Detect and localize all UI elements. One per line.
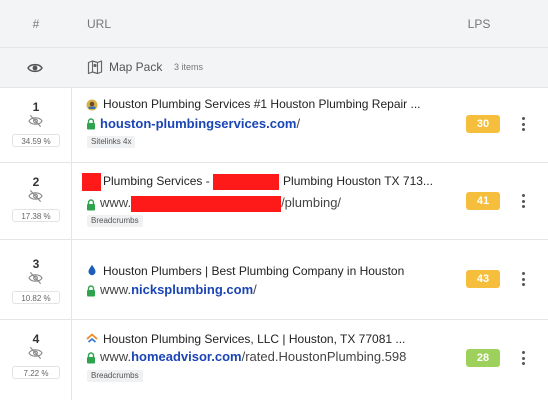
column-header-lps[interactable]: LPS — [462, 17, 496, 31]
more-vertical-icon[interactable] — [519, 350, 529, 366]
result-title[interactable]: Plumbing Services - Plumbing Houston TX … — [82, 173, 433, 191]
table-row: 1 34.59 % Houston Plumbing Services #1 H… — [0, 88, 548, 163]
result-url[interactable]: www./plumbing/ — [100, 195, 341, 212]
lps-badge: 43 — [466, 270, 500, 288]
plumber-favicon-icon — [86, 99, 98, 111]
result-url[interactable]: www.nicksplumbing.com/ — [100, 282, 257, 297]
serp-table: # URL LPS Map Pack 3 items 1 34.59 % Hou… — [0, 0, 548, 400]
visibility-percent: 34.59 % — [12, 134, 60, 147]
result-path: /rated.HoustonPlumbing.598 — [241, 349, 407, 364]
rank-number: 2 — [32, 175, 40, 189]
water-drop-favicon-icon — [88, 264, 96, 276]
table-row: 3 10.82 % Houston Plumbers | Best Plumbi… — [0, 240, 548, 320]
map-pack-label: Map Pack — [109, 60, 163, 74]
result-host[interactable]: houston-plumbingservices.com — [100, 116, 296, 131]
rank-number: 3 — [32, 257, 40, 271]
eye-icon[interactable] — [27, 60, 43, 76]
result-host[interactable]: nicksplumbing.com — [131, 282, 253, 297]
result-title[interactable]: Houston Plumbing Services, LLC | Houston… — [103, 332, 405, 346]
lock-icon — [87, 352, 95, 364]
lps-badge: 30 — [466, 115, 500, 133]
result-path: / — [253, 282, 257, 297]
rank-number: 1 — [32, 100, 40, 114]
map-pack-row[interactable]: Map Pack 3 items — [0, 48, 548, 88]
serp-feature-tag: Sitelinks 4x — [87, 136, 136, 148]
map-pack-count: 3 items — [174, 62, 204, 72]
lock-icon — [87, 118, 95, 130]
result-path: /plumbing/ — [281, 195, 342, 210]
serp-feature-tag: Breadcrumbs — [87, 370, 143, 382]
serp-feature-tag: Breadcrumbs — [87, 215, 143, 227]
result-path: / — [296, 116, 301, 131]
result-host[interactable]: homeadvisor.com — [131, 349, 242, 364]
more-vertical-icon[interactable] — [519, 193, 529, 209]
lps-badge: 41 — [466, 192, 500, 210]
visibility-percent: 17.38 % — [12, 209, 60, 222]
result-url[interactable]: houston-plumbingservices.com/ — [100, 116, 300, 131]
column-header-url[interactable]: URL — [87, 17, 111, 31]
result-url[interactable]: www.homeadvisor.com/rated.HoustonPlumbin… — [100, 349, 406, 364]
eye-off-icon[interactable] — [28, 271, 43, 285]
redacted-block — [213, 174, 280, 190]
table-header: # URL LPS — [0, 0, 548, 48]
map-icon — [87, 60, 103, 75]
column-header-rank[interactable]: # — [0, 17, 72, 31]
eye-off-icon[interactable] — [28, 114, 43, 128]
visibility-percent: 7.22 % — [12, 366, 60, 379]
more-vertical-icon[interactable] — [519, 271, 529, 287]
result-title[interactable]: Houston Plumbing Services #1 Houston Plu… — [103, 97, 421, 111]
lps-badge: 28 — [466, 349, 500, 367]
homeadvisor-favicon-icon — [86, 333, 98, 343]
lock-icon — [87, 199, 95, 211]
redacted-block — [131, 195, 282, 212]
table-row: 2 17.38 % Plumbing Services - Plumbing H… — [0, 163, 548, 240]
redacted-block — [82, 173, 101, 191]
eye-off-icon[interactable] — [28, 346, 43, 360]
eye-off-icon[interactable] — [28, 189, 43, 203]
more-vertical-icon[interactable] — [519, 116, 529, 132]
lock-icon — [87, 285, 95, 297]
table-row: 4 7.22 % Houston Plumbing Services, LLC … — [0, 320, 548, 400]
rank-number: 4 — [32, 332, 40, 346]
visibility-percent: 10.82 % — [12, 291, 60, 304]
result-title[interactable]: Houston Plumbers | Best Plumbing Company… — [103, 264, 404, 278]
